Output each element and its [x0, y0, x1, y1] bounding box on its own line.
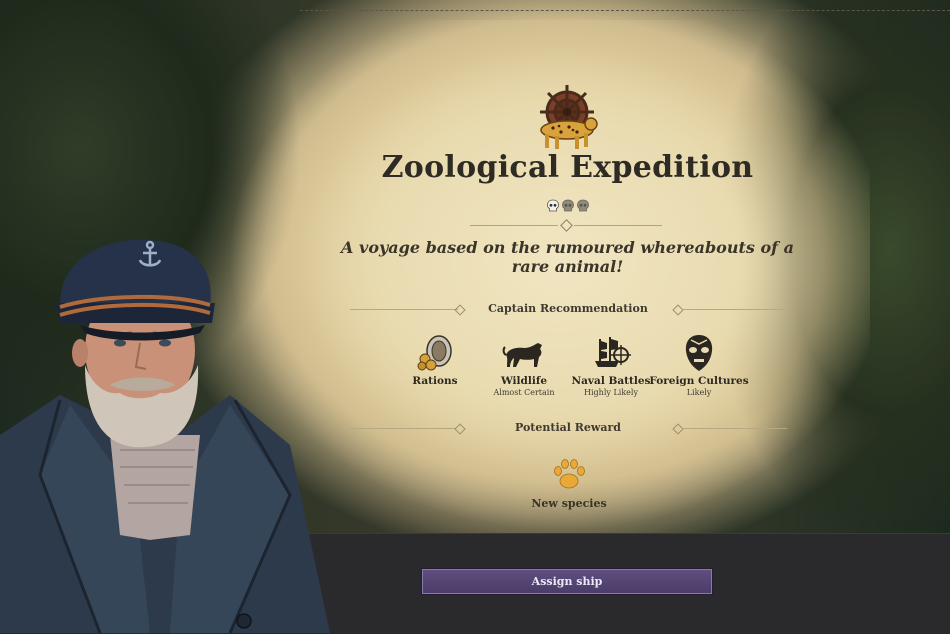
- captain-portrait: [0, 239, 330, 633]
- section-rule: [350, 428, 456, 429]
- naval-battles-likelihood: Highly Likely: [584, 388, 638, 397]
- section-rule: [682, 428, 787, 429]
- wildlife-label: Wildlife: [500, 375, 548, 387]
- wildlife-likelihood: Almost Certain: [493, 388, 555, 397]
- naval-battle-icon: [595, 337, 631, 367]
- difficulty-rating: [546, 199, 592, 215]
- top-divider: [300, 10, 950, 11]
- skull-icon-active: [547, 199, 559, 212]
- expedition-title: Zoological Expedition: [381, 150, 754, 185]
- naval-battles-label: Naval Battles: [571, 375, 651, 387]
- reward-label: New species: [531, 497, 607, 510]
- foreign-cultures-likelihood: Likely: [686, 388, 712, 397]
- tribal-mask-icon: [685, 335, 713, 371]
- recommendation-wildlife: Wildlife Almost Certain: [474, 333, 574, 397]
- skull-icon-inactive: [577, 199, 589, 212]
- captain-recommendation-heading: Captain Recommendation: [488, 302, 648, 315]
- divider-line: [470, 225, 558, 226]
- panther-icon: [502, 343, 542, 367]
- section-rule: [350, 309, 458, 310]
- skull-icon-inactive: [562, 199, 574, 212]
- rations-icon: [417, 335, 452, 371]
- potential-reward-heading: Potential Reward: [514, 421, 621, 434]
- assign-ship-button[interactable]: Assign ship: [422, 569, 712, 594]
- paw-print-icon: [554, 459, 585, 489]
- rations-label: Rations: [412, 375, 458, 387]
- recommendation-foreign-cultures: Foreign Cultures Likely: [649, 333, 749, 397]
- ship-wheel-leopard-icon: [540, 85, 598, 149]
- recommendation-rations: Rations: [385, 333, 485, 388]
- section-rule: [682, 309, 787, 310]
- expedition-description: A voyage based on the rumoured whereabou…: [341, 238, 794, 276]
- foreign-cultures-label: Foreign Cultures: [649, 375, 749, 387]
- recommendation-naval-battles: Naval Battles Highly Likely: [561, 333, 661, 397]
- divider-line: [574, 225, 662, 226]
